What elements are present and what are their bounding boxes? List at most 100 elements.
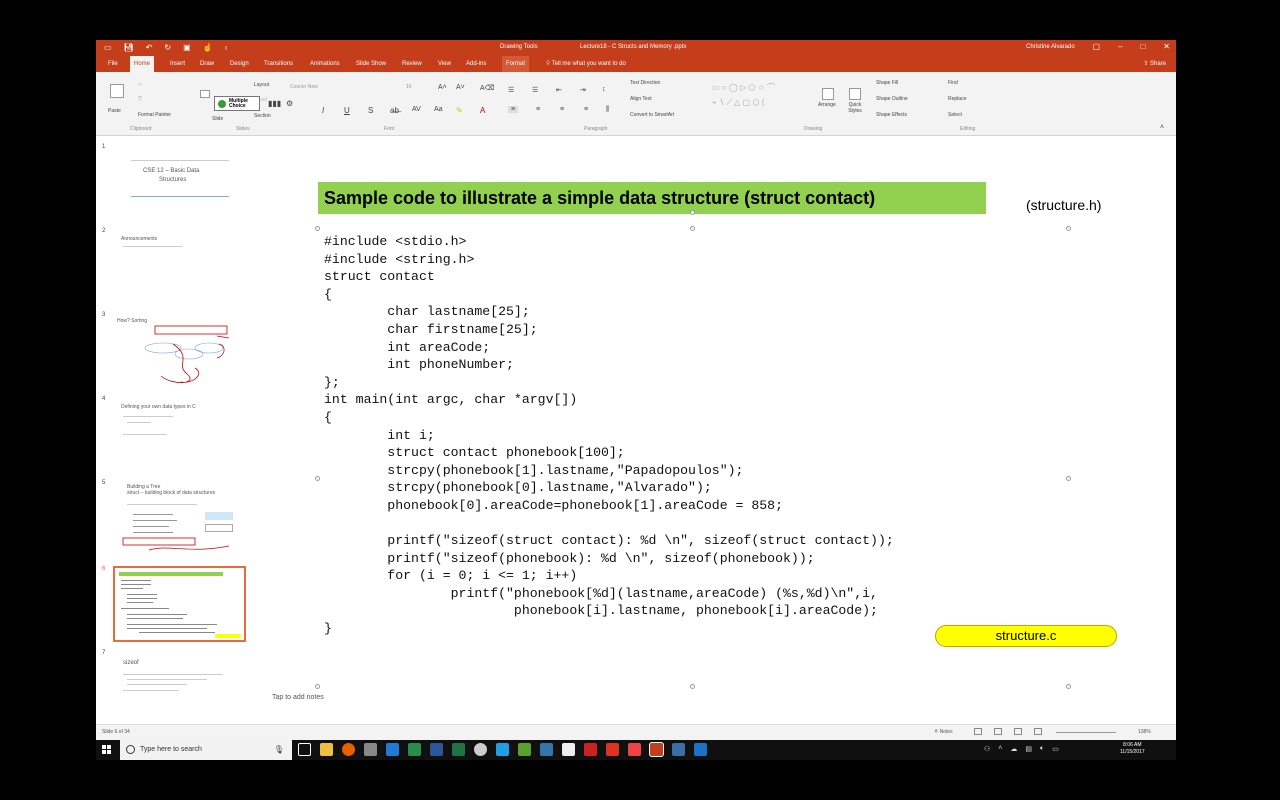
cut-icon[interactable]: ✂ (138, 82, 142, 88)
numbering-icon[interactable]: ☰ (532, 86, 538, 94)
slide-thumbnail-3[interactable]: How? Sorting (113, 314, 246, 390)
excel-icon[interactable] (452, 743, 465, 756)
grow-font-icon[interactable]: A˄ (438, 84, 447, 91)
resize-handle[interactable] (1066, 476, 1071, 481)
close-icon[interactable]: ✕ (1163, 42, 1170, 51)
task-view-icon[interactable] (298, 743, 311, 756)
layout-button[interactable]: Layout (254, 82, 269, 88)
resize-handle[interactable] (690, 226, 695, 231)
tab-view[interactable]: View (434, 56, 455, 72)
tab-transitions[interactable]: Transitions (260, 56, 297, 72)
increase-indent-icon[interactable]: ⇥ (580, 86, 586, 94)
filezilla-icon[interactable] (628, 743, 641, 756)
network-icon[interactable]: ▤ (1025, 745, 1032, 753)
file-label[interactable]: (structure.h) (1026, 197, 1101, 213)
font-name-box[interactable]: Courier New (290, 84, 318, 90)
touch-mode-icon[interactable]: ☝ (203, 43, 213, 53)
new-slide-label[interactable]: Slide (212, 116, 223, 122)
tab-home[interactable]: Home (130, 56, 155, 72)
bullets-icon[interactable]: ☰ (508, 86, 514, 94)
calculator-icon[interactable] (364, 743, 377, 756)
copy-icon[interactable]: ⎘ (138, 96, 142, 102)
tab-file[interactable]: File (104, 56, 122, 72)
shapes-gallery-icon[interactable]: ▭ ○ ◯ ▷ ⬠ ☆ ⌒ (712, 82, 775, 93)
tab-animations[interactable]: Animations (306, 56, 344, 72)
clear-format-icon[interactable]: A⌫ (480, 84, 495, 92)
slide-thumbnail-4[interactable]: Defining your own data types in C (113, 400, 246, 476)
slide-thumbnail-1[interactable]: CSE 12 – Basic Data Structures (113, 150, 246, 226)
zoom-slider[interactable] (1056, 732, 1116, 733)
resize-handle[interactable] (315, 684, 320, 689)
justify-icon[interactable]: ≡ (584, 106, 588, 113)
decrease-indent-icon[interactable]: ⇤ (556, 86, 562, 94)
replace-button[interactable]: Replace (948, 96, 966, 102)
align-text-button[interactable]: Align Text (630, 96, 652, 102)
microphone-icon[interactable]: 🎙︎ (274, 745, 284, 754)
windows-start-icon[interactable] (102, 745, 111, 754)
slideshow-icon[interactable] (1034, 728, 1042, 735)
paste-label[interactable]: Paste (108, 108, 121, 114)
taskbar-search-box[interactable]: Type here to search 🎙︎ (120, 740, 292, 760)
shadow-icon[interactable]: S (368, 106, 373, 115)
notepad-plus-icon[interactable] (518, 743, 531, 756)
rotate-handle[interactable] (690, 210, 695, 215)
cloud-icon[interactable]: ☁ (1010, 745, 1017, 753)
code-textbox[interactable]: #include <stdio.h> #include <string.h> s… (324, 233, 894, 638)
minimize-icon[interactable]: – (1118, 42, 1122, 51)
battery-icon[interactable]: ▭ (1052, 745, 1059, 753)
arrange-button[interactable]: Arrange (818, 102, 836, 108)
slide-title[interactable]: Sample code to illustrate a simple data … (318, 182, 986, 214)
network-app-icon[interactable] (672, 743, 685, 756)
underline-icon[interactable]: U (344, 106, 350, 115)
resize-handle[interactable] (1066, 226, 1071, 231)
maximize-icon[interactable]: □ (1140, 42, 1145, 51)
tab-format[interactable]: Format (502, 56, 530, 72)
bar-chart-icon[interactable]: ▮▮▮ (268, 99, 281, 108)
powerpoint-icon[interactable] (649, 742, 664, 757)
tab-insert[interactable]: Insert (166, 56, 189, 72)
media-app-icon[interactable] (562, 743, 575, 756)
structure-c-badge[interactable]: structure.c (935, 625, 1117, 647)
font-size-box[interactable]: 16 (406, 84, 412, 90)
show-hidden-icon[interactable]: ˄ (998, 745, 1002, 753)
firefox-icon[interactable] (342, 743, 355, 756)
resize-handle[interactable] (315, 476, 320, 481)
collapse-ribbon-icon[interactable]: ˄ (1160, 124, 1164, 131)
drive-icon[interactable] (540, 743, 553, 756)
quick-styles-icon[interactable] (849, 88, 861, 100)
file-explorer-icon[interactable] (320, 743, 333, 756)
shape-effects-button[interactable]: Shape Effects (876, 112, 907, 118)
text-direction-button[interactable]: Text Direction (630, 80, 660, 86)
cloud-app-icon[interactable] (474, 743, 487, 756)
select-button[interactable]: Select (948, 112, 962, 118)
system-clock[interactable]: 8:06 AM 11/15/2017 (1120, 742, 1145, 756)
edge-icon[interactable] (386, 743, 399, 756)
ic-app-icon[interactable] (694, 743, 707, 756)
resize-handle[interactable] (1066, 684, 1071, 689)
presenter-icon[interactable]: ▣ (183, 43, 191, 53)
resize-handle[interactable] (690, 684, 695, 689)
new-slide-icon[interactable] (200, 90, 210, 98)
arrange-icon[interactable] (822, 88, 834, 100)
char-spacing-icon[interactable]: AV (412, 106, 421, 113)
notes-button[interactable]: ≙ Notes (934, 729, 953, 735)
shrink-font-icon[interactable]: A˅ (456, 84, 465, 91)
notes-placeholder[interactable]: Tap to add notes (272, 694, 324, 701)
slide-thumbnail-2[interactable]: Announcements (113, 232, 246, 308)
redo-icon[interactable]: ↻ (164, 43, 171, 53)
multiple-choice-button[interactable]: Multiple Choice (214, 96, 260, 111)
quick-styles-button[interactable]: Quick Styles (845, 102, 865, 114)
tab-review[interactable]: Review (398, 56, 426, 72)
highlight-icon[interactable]: ✎ (456, 106, 463, 115)
paste-icon[interactable] (110, 84, 124, 98)
skype-icon[interactable] (496, 743, 509, 756)
tab-slide-show[interactable]: Slide Show (352, 56, 390, 72)
customize-qat-icon[interactable]: ‹ (225, 43, 228, 53)
volume-icon[interactable]: 🔈︎ (1040, 745, 1044, 753)
align-right-icon[interactable]: ≡ (560, 106, 564, 113)
undo-icon[interactable]: ↶ (146, 43, 153, 53)
slide-editing-area[interactable]: Sample code to illustrate a simple data … (256, 136, 1176, 728)
normal-view-icon[interactable] (974, 728, 982, 735)
align-center-icon[interactable]: ≡ (536, 106, 540, 113)
acrobat-icon[interactable] (606, 743, 619, 756)
